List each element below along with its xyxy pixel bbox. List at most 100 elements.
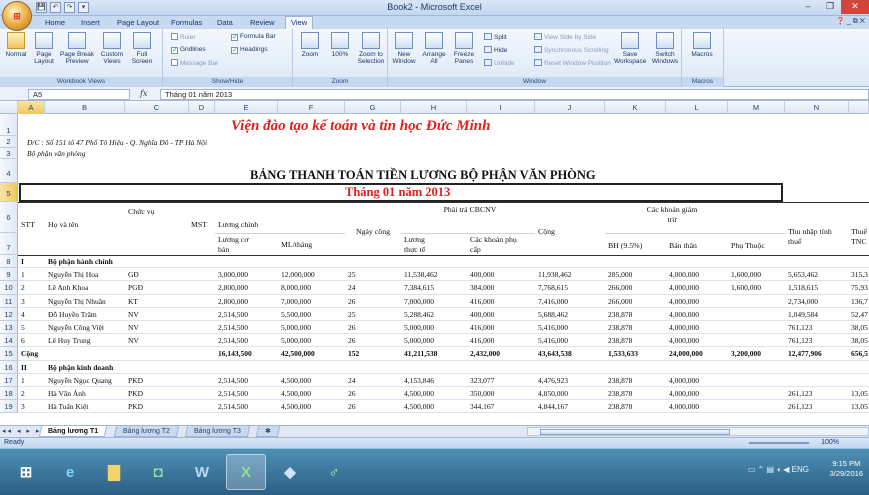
table-cell: Đỗ Huyền Trâm bbox=[48, 309, 97, 319]
row-header[interactable]: 9 bbox=[0, 268, 18, 282]
sheet-tab-t3[interactable]: Bảng lương T3 bbox=[184, 426, 251, 437]
tab-page-layout[interactable]: Page Layout bbox=[112, 17, 164, 28]
excel-icon[interactable]: X bbox=[226, 454, 266, 490]
column-header[interactable]: J bbox=[535, 101, 605, 114]
save-workspace-button[interactable]: Save Workspace bbox=[614, 32, 646, 65]
page-layout-view-button[interactable]: Page Layout bbox=[30, 32, 58, 65]
formula-bar-checkbox[interactable]: ✓ Formula Bar bbox=[231, 33, 276, 41]
start-button[interactable]: ⊞ bbox=[6, 454, 46, 490]
column-header[interactable]: G bbox=[345, 101, 401, 114]
column-header[interactable]: D bbox=[189, 101, 215, 114]
view-side-by-side-button[interactable]: View Side by Side bbox=[534, 33, 596, 41]
row-header[interactable]: 7 bbox=[0, 233, 18, 255]
row-header[interactable]: 6 bbox=[0, 202, 18, 233]
row-header[interactable]: 2 bbox=[0, 136, 18, 148]
full-screen-button[interactable]: Full Screen bbox=[128, 32, 156, 65]
restore-button[interactable]: ❐ bbox=[819, 0, 841, 14]
message-bar-checkbox[interactable]: Message Bar bbox=[171, 59, 218, 67]
switch-windows-button[interactable]: Switch Windows bbox=[650, 32, 680, 65]
column-header[interactable] bbox=[849, 101, 869, 114]
insert-sheet-tab[interactable]: ✱ bbox=[255, 426, 281, 437]
row-header[interactable]: 19 bbox=[0, 400, 18, 414]
column-header[interactable]: C bbox=[125, 101, 189, 114]
ribbon-window-controls[interactable]: ❓ _ ⧉ ✕ bbox=[836, 17, 865, 26]
zoom-button[interactable]: Zoom bbox=[296, 32, 324, 58]
ruler-checkbox[interactable]: Ruler bbox=[171, 33, 196, 41]
company-title: Viện đào tạo kế toán và tin học Đức Minh bbox=[231, 118, 491, 134]
close-button[interactable]: ✕ bbox=[841, 0, 869, 14]
tab-formulas[interactable]: Formulas bbox=[166, 17, 207, 28]
fx-icon[interactable]: fx bbox=[140, 89, 147, 98]
split-button[interactable]: Split bbox=[484, 33, 507, 41]
headings-checkbox[interactable]: ✓ Headings bbox=[231, 46, 267, 54]
office-button[interactable]: ⊞ bbox=[2, 1, 32, 31]
custom-views-button[interactable]: Custom Views bbox=[98, 32, 126, 65]
column-header[interactable]: B bbox=[45, 101, 125, 114]
hide-button[interactable]: Hide bbox=[484, 46, 507, 54]
sheet-tab-t2[interactable]: Bảng lương T2 bbox=[113, 426, 180, 437]
column-header[interactable]: N bbox=[785, 101, 849, 114]
column-header[interactable]: H bbox=[401, 101, 467, 114]
column-header[interactable]: K bbox=[605, 101, 666, 114]
row-header[interactable]: 4 bbox=[0, 159, 18, 183]
row-header[interactable]: 13 bbox=[0, 321, 18, 335]
scrollbar-thumb[interactable] bbox=[540, 429, 730, 435]
formula-input[interactable]: Tháng 01 năm 2013 bbox=[160, 89, 869, 100]
column-header[interactable]: I bbox=[467, 101, 535, 114]
selected-cell-a5[interactable] bbox=[19, 183, 783, 202]
row-header[interactable]: 15 bbox=[0, 347, 18, 361]
freeze-panes-button[interactable]: Freeze Panes bbox=[450, 32, 478, 65]
horizontal-scrollbar[interactable] bbox=[527, 427, 869, 436]
clock[interactable]: 9:15 PM 3/29/2016 bbox=[830, 459, 863, 479]
word-icon[interactable]: W bbox=[182, 454, 222, 490]
table-cell: 2,514,500 bbox=[218, 375, 248, 385]
store-icon[interactable]: ◘ bbox=[138, 454, 178, 490]
column-header[interactable]: E bbox=[215, 101, 278, 114]
row-header[interactable]: 14 bbox=[0, 334, 18, 348]
row-header[interactable]: 5 bbox=[0, 183, 18, 202]
column-header[interactable]: A bbox=[18, 101, 45, 114]
zoom-level[interactable]: 100% bbox=[821, 439, 839, 446]
zoom-100-button[interactable]: 100% bbox=[326, 32, 354, 58]
row-header[interactable]: 3 bbox=[0, 148, 18, 159]
reset-window-position-button[interactable]: Reset Window Position bbox=[534, 59, 611, 67]
normal-view-button[interactable]: Normal bbox=[2, 32, 30, 58]
row-header[interactable]: 12 bbox=[0, 307, 18, 321]
file-explorer-icon[interactable]: ▇ bbox=[94, 454, 134, 490]
row-header[interactable]: 17 bbox=[0, 373, 18, 387]
column-header[interactable]: L bbox=[666, 101, 728, 114]
system-tray-icons[interactable]: ▭ ⌃ ▤ ◖ ◀ ENG bbox=[748, 465, 809, 474]
row-header[interactable]: 18 bbox=[0, 387, 18, 401]
table-cell: 1 bbox=[21, 375, 25, 385]
tab-data[interactable]: Data bbox=[212, 17, 238, 28]
column-header[interactable]: F bbox=[278, 101, 345, 114]
sheet-tab-t1[interactable]: Bảng lương T1 bbox=[38, 426, 108, 437]
row-header[interactable]: 1 bbox=[0, 114, 18, 136]
row-header[interactable]: 11 bbox=[0, 294, 18, 308]
app-icon[interactable]: ◆ bbox=[270, 454, 310, 490]
gridlines-checkbox[interactable]: ✓ Gridlines bbox=[171, 46, 206, 54]
tab-insert[interactable]: Insert bbox=[76, 17, 105, 28]
unhide-button[interactable]: Unhide bbox=[484, 59, 515, 67]
tab-view[interactable]: View bbox=[285, 16, 314, 29]
page-break-preview-button[interactable]: Page Break Preview bbox=[60, 32, 94, 65]
column-header[interactable]: M bbox=[728, 101, 785, 114]
tab-review[interactable]: Review bbox=[245, 17, 280, 28]
zoom-to-selection-button[interactable]: Zoom to Selection bbox=[355, 32, 387, 65]
select-all-corner[interactable] bbox=[0, 101, 18, 114]
app-icon[interactable]: ♂ bbox=[314, 454, 354, 490]
row-header[interactable]: 10 bbox=[0, 281, 18, 295]
zoom-slider[interactable] bbox=[749, 442, 809, 444]
worksheet-grid[interactable]: 1 2 3 4 5 6 7 Viện đào tạo kế toán và ti… bbox=[0, 114, 869, 425]
tab-home[interactable]: Home bbox=[40, 17, 70, 28]
row-header[interactable]: 8 bbox=[0, 255, 18, 269]
name-box[interactable]: A5 bbox=[28, 89, 130, 100]
macros-button[interactable]: Macros bbox=[688, 32, 716, 58]
table-cell: 11,538,462 bbox=[404, 270, 438, 280]
minimize-button[interactable]: – bbox=[797, 0, 819, 14]
arrange-all-button[interactable]: Arrange All bbox=[420, 32, 448, 65]
new-window-button[interactable]: New Window bbox=[390, 32, 418, 65]
synchronous-scrolling-button[interactable]: Synchronous Scrolling bbox=[534, 46, 609, 54]
row-header[interactable]: 16 bbox=[0, 360, 18, 374]
browser-icon[interactable]: e bbox=[50, 454, 90, 490]
